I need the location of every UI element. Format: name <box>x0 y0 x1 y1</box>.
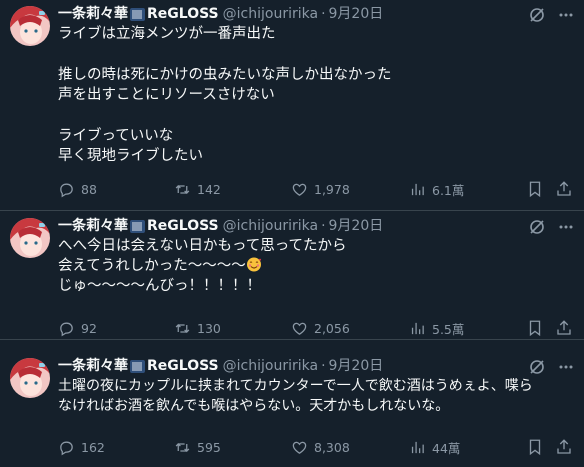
bookmark-icon[interactable] <box>526 180 544 198</box>
tweet-header: 一条莉々華 ReGLOSS @ichijouririka · 9月20日 <box>58 4 383 24</box>
views-icon <box>411 183 424 195</box>
grok-icon[interactable] <box>527 217 547 237</box>
tweet-text: ライブは立海メンツが一番声出た 推しの時は死にかけの虫みたいな声しか出なかった … <box>58 24 392 166</box>
retweet-count: 595 <box>197 439 221 455</box>
like-button[interactable]: 2,056 <box>291 318 350 338</box>
reply-button[interactable]: 88 <box>58 179 97 199</box>
retweet-icon <box>175 184 190 194</box>
tweet-text-line-with-emoji: 会えてうれしかった～～～～ <box>58 256 347 276</box>
timestamp[interactable]: 9月20日 <box>329 4 384 24</box>
like-button[interactable]: 1,978 <box>291 179 350 199</box>
barcode-emoji-icon <box>129 218 146 235</box>
more-icon[interactable] <box>556 217 576 237</box>
tweet-text: へへ今日は会えない日かもって思ってたから 会えてうれしかった～～～～ じゅ～～～… <box>58 236 347 296</box>
tweet-text-line: 土曜の夜にカップルに挟まれてカウンターで一人で飲む酒はうめぇよ、喋ら <box>58 378 533 394</box>
tweet-text-line: 推しの時は死にかけの虫みたいな声しか出なかった <box>58 67 392 83</box>
reply-count: 88 <box>81 181 97 197</box>
tweet-text-line <box>58 44 392 65</box>
avatar[interactable] <box>10 6 50 46</box>
reply-icon <box>60 183 73 197</box>
display-name[interactable]: 一条莉々華 <box>58 4 128 24</box>
display-name[interactable]: 一条莉々華 <box>58 216 128 236</box>
more-icon[interactable] <box>556 357 576 377</box>
bookmark-icon[interactable] <box>526 319 544 337</box>
heart-icon <box>292 322 307 335</box>
brand-name[interactable]: ReGLOSS <box>147 216 219 236</box>
handle[interactable]: @ichijouririka <box>223 4 318 24</box>
smiling-face-with-hearts-icon <box>246 256 262 272</box>
reply-button[interactable]: 162 <box>58 437 105 457</box>
action-bar: 162 595 8,308 44萬 <box>0 437 584 457</box>
timestamp[interactable]: 9月20日 <box>329 216 384 236</box>
retweet-icon <box>175 323 190 333</box>
timestamp[interactable]: 9月20日 <box>329 356 384 376</box>
display-name[interactable]: 一条莉々華 <box>58 356 128 376</box>
tweet-header: 一条莉々華 ReGLOSS @ichijouririka · 9月20日 <box>58 216 383 236</box>
tweet[interactable]: 一条莉々華 ReGLOSS @ichijouririka · 9月20日 ライブ… <box>0 0 584 211</box>
brand-name[interactable]: ReGLOSS <box>147 4 219 24</box>
grok-icon[interactable] <box>527 5 547 25</box>
separator-dot: · <box>321 358 326 374</box>
views-button[interactable]: 6.1萬 <box>409 179 464 199</box>
like-count: 8,308 <box>314 439 350 455</box>
share-icon[interactable] <box>555 438 573 456</box>
tweet[interactable]: 一条莉々華 ReGLOSS @ichijouririka · 9月20日 土曜の… <box>0 352 584 467</box>
tweet-text: 土曜の夜にカップルに挟まれてカウンターで一人で飲む酒はうめぇよ、喋ら なければお… <box>58 376 533 416</box>
like-count: 1,978 <box>314 181 350 197</box>
barcode-emoji-icon <box>129 6 146 23</box>
tweet-text-line <box>58 105 392 126</box>
reply-count: 92 <box>81 320 97 336</box>
reply-button[interactable]: 92 <box>58 318 97 338</box>
share-icon[interactable] <box>555 319 573 337</box>
separator-dot: · <box>321 218 326 234</box>
reply-icon <box>60 441 73 455</box>
tweet-text-line: ライブは立海メンツが一番声出た <box>58 26 276 42</box>
heart-icon <box>292 441 307 454</box>
separator-dot: · <box>321 6 326 22</box>
avatar[interactable] <box>10 218 50 258</box>
more-icon[interactable] <box>556 5 576 25</box>
action-bar: 92 130 2,056 5.5萬 <box>0 318 584 338</box>
reply-icon <box>60 322 73 336</box>
tweet-text-line: へへ今日は会えない日かもって思ってたから <box>58 238 347 254</box>
view-count: 5.5萬 <box>432 321 465 337</box>
barcode-emoji-icon <box>129 358 146 375</box>
retweet-button[interactable]: 595 <box>174 437 221 457</box>
retweet-count: 130 <box>197 320 221 336</box>
share-icon[interactable] <box>555 180 573 198</box>
tweet-text-line: ライブっていいな <box>58 128 174 144</box>
retweet-button[interactable]: 130 <box>174 318 221 338</box>
tweet-text-line: じゅ～～～～んびっ！！！！！ <box>58 278 261 294</box>
views-button[interactable]: 5.5萬 <box>409 318 464 338</box>
view-count: 6.1萬 <box>432 182 465 198</box>
tweet[interactable]: 一条莉々華 ReGLOSS @ichijouririka · 9月20日 へへ今… <box>0 212 584 340</box>
tweet-header: 一条莉々華 ReGLOSS @ichijouririka · 9月20日 <box>58 356 383 376</box>
views-icon <box>411 441 424 453</box>
handle[interactable]: @ichijouririka <box>223 356 318 376</box>
retweet-count: 142 <box>197 181 221 197</box>
views-button[interactable]: 44萬 <box>409 437 460 457</box>
brand-name[interactable]: ReGLOSS <box>147 356 219 376</box>
handle[interactable]: @ichijouririka <box>223 216 318 236</box>
tweet-text-line: なければお酒を飲んでも喉はやらない。天才かもしれないな。 <box>58 398 450 414</box>
action-bar: 88 142 1,978 6.1萬 <box>0 179 584 199</box>
tweet-text-line: 早く現地ライブしたい <box>58 148 203 164</box>
heart-icon <box>292 183 307 196</box>
like-count: 2,056 <box>314 320 350 336</box>
grok-icon[interactable] <box>527 357 547 377</box>
view-count: 44萬 <box>432 440 461 456</box>
avatar[interactable] <box>10 358 50 398</box>
like-button[interactable]: 8,308 <box>291 437 350 457</box>
tweet-text-line: 会えてうれしかった～～～～ <box>58 258 246 274</box>
retweet-icon <box>175 442 190 452</box>
tweet-text-line: 声を出すことにリソースさけない <box>58 87 275 103</box>
retweet-button[interactable]: 142 <box>174 179 221 199</box>
reply-count: 162 <box>81 439 105 455</box>
bookmark-icon[interactable] <box>526 438 544 456</box>
views-icon <box>411 322 424 334</box>
